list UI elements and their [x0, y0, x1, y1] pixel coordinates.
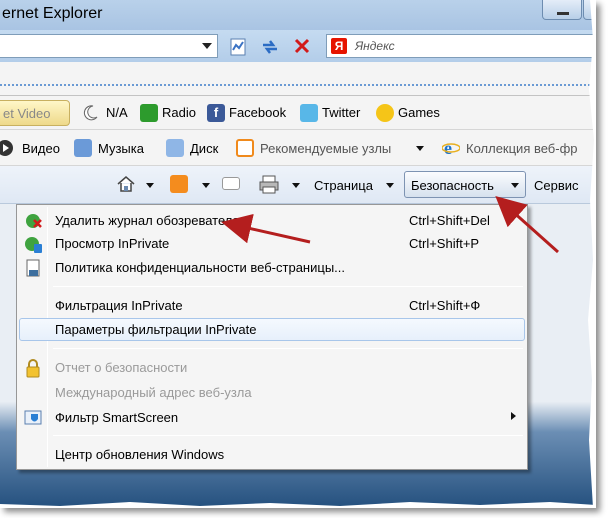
- menu-separator: [53, 348, 523, 349]
- mail-icon: [222, 177, 240, 190]
- link-suggested-sites[interactable]: Рекомендуемые узлы: [260, 141, 391, 156]
- moon-icon: [83, 105, 98, 121]
- browser-screenshot: ernet Explorer Я Яндекс et Video N/A Rad…: [0, 0, 596, 508]
- address-row: Я Яндекс: [0, 30, 596, 62]
- menu-item-inprivate-browsing[interactable]: Просмотр InPrivate Ctrl+Shift+P: [19, 232, 525, 255]
- feeds-dropdown-icon[interactable]: [202, 183, 210, 188]
- suggested-sites-icon: [236, 139, 254, 157]
- tb1-item-facebook[interactable]: Facebook: [229, 105, 286, 120]
- music-icon: [74, 139, 92, 157]
- privacy-policy-icon: [26, 259, 40, 277]
- security-label: Безопасность: [411, 178, 494, 193]
- menu-separator: [53, 286, 523, 287]
- facebook-icon: f: [207, 104, 225, 122]
- search-input[interactable]: Я Яндекс: [326, 34, 596, 58]
- video-icon: [0, 140, 13, 156]
- link-disk[interactable]: Диск: [190, 141, 218, 156]
- menu-item-windows-update[interactable]: Центр обновления Windows: [19, 443, 525, 466]
- dotted-divider: [0, 84, 596, 86]
- radio-icon: [140, 104, 158, 122]
- menu-item-security-report: Отчет о безопасности: [19, 356, 525, 379]
- home-icon: [117, 176, 135, 192]
- menu-item-label: Центр обновления Windows: [55, 447, 225, 462]
- delete-history-icon: [26, 214, 42, 228]
- tb1-item-twitter[interactable]: Twitter: [322, 105, 360, 120]
- menu-item-label: Политика конфиденциальности веб-страницы…: [55, 260, 345, 275]
- menu-item-label: Международный адрес веб-узла: [55, 385, 252, 400]
- menu-separator: [53, 435, 523, 436]
- address-dropdown-icon[interactable]: [202, 43, 212, 49]
- twitter-icon: [300, 104, 318, 122]
- lock-icon: [26, 359, 40, 378]
- window-title: ernet Explorer: [2, 5, 103, 22]
- suggested-sites-dropdown-icon[interactable]: [416, 146, 424, 151]
- submenu-arrow-icon: [511, 412, 516, 420]
- menu-item-label: Отчет о безопасности: [55, 360, 188, 375]
- menu-item-inprivate-filtering[interactable]: Фильтрация InPrivate Ctrl+Shift+Ф: [19, 294, 525, 317]
- menu-item-label: Удалить журнал обозревателя...: [55, 213, 251, 228]
- minimize-button[interactable]: [542, 0, 582, 20]
- tb1-item-games[interactable]: Games: [398, 105, 440, 120]
- menu-item-label: Фильтрация InPrivate: [55, 298, 183, 313]
- inprivate-icon: [25, 237, 42, 253]
- command-bar: Страница Безопасность Сервис: [0, 166, 596, 204]
- link-video[interactable]: Видео: [22, 141, 60, 156]
- feeds-icon: [170, 175, 188, 193]
- refresh-button[interactable]: [258, 36, 282, 58]
- menu-item-label: Просмотр InPrivate: [55, 236, 170, 251]
- menu-item-shortcut: Ctrl+Shift+Ф: [409, 298, 481, 313]
- compatibility-view-button[interactable]: [226, 36, 250, 58]
- compatibility-icon: [230, 38, 246, 56]
- torn-edge-bottom: [0, 502, 596, 508]
- security-dropdown-icon: [511, 183, 519, 188]
- get-video-button[interactable]: et Video: [0, 100, 70, 126]
- menu-item-smartscreen-filter[interactable]: Фильтр SmartScreen: [19, 406, 525, 429]
- security-menu-button[interactable]: Безопасность: [404, 171, 526, 198]
- menu-item-inprivate-filtering-settings[interactable]: Параметры фильтрации InPrivate: [19, 318, 525, 341]
- menu-item-label: Параметры фильтрации InPrivate: [55, 322, 257, 337]
- page-menu-button[interactable]: Страница: [314, 178, 373, 193]
- security-menu: Удалить журнал обозревателя... Ctrl+Shif…: [16, 204, 528, 470]
- link-music[interactable]: Музыка: [98, 141, 144, 156]
- print-dropdown-icon[interactable]: [292, 183, 300, 188]
- menu-item-delete-history[interactable]: Удалить журнал обозревателя... Ctrl+Shif…: [19, 209, 525, 232]
- games-icon: [376, 104, 394, 122]
- links-toolbar: Видео Музыка Диск Рекомендуемые узлы e К…: [0, 130, 596, 166]
- tb1-item-na[interactable]: N/A: [106, 105, 128, 120]
- stop-button[interactable]: [290, 36, 314, 58]
- menu-item-shortcut: Ctrl+Shift+Del: [409, 213, 490, 228]
- torn-edge-right: [588, 0, 596, 508]
- address-bar[interactable]: [0, 34, 218, 58]
- link-web-slice-gallery[interactable]: Коллекция веб-фр: [466, 141, 578, 156]
- toolbar-1: et Video N/A Radio f Facebook Twitter Ga…: [0, 96, 596, 130]
- yandex-logo-icon: Я: [331, 38, 347, 54]
- print-icon: [259, 175, 279, 194]
- tb1-item-radio[interactable]: Radio: [162, 105, 196, 120]
- page-dropdown-icon[interactable]: [386, 183, 394, 188]
- tools-menu-button[interactable]: Сервис: [534, 178, 579, 193]
- disk-icon: [166, 139, 184, 157]
- stop-icon: [294, 38, 310, 54]
- smartscreen-icon: [24, 410, 42, 425]
- page-strip: [0, 62, 596, 96]
- search-placeholder: Яндекс: [355, 39, 395, 53]
- menu-item-label: Фильтр SmartScreen: [55, 410, 179, 425]
- refresh-icon: [263, 40, 277, 54]
- menu-item-privacy-policy[interactable]: Политика конфиденциальности веб-страницы…: [19, 256, 525, 279]
- ie-icon: e: [442, 138, 460, 156]
- menu-item-international-address: Международный адрес веб-узла: [19, 381, 525, 404]
- menu-item-shortcut: Ctrl+Shift+P: [409, 236, 480, 251]
- svg-text:e: e: [444, 138, 452, 156]
- home-dropdown-icon[interactable]: [146, 183, 154, 188]
- title-bar: ernet Explorer: [0, 0, 596, 30]
